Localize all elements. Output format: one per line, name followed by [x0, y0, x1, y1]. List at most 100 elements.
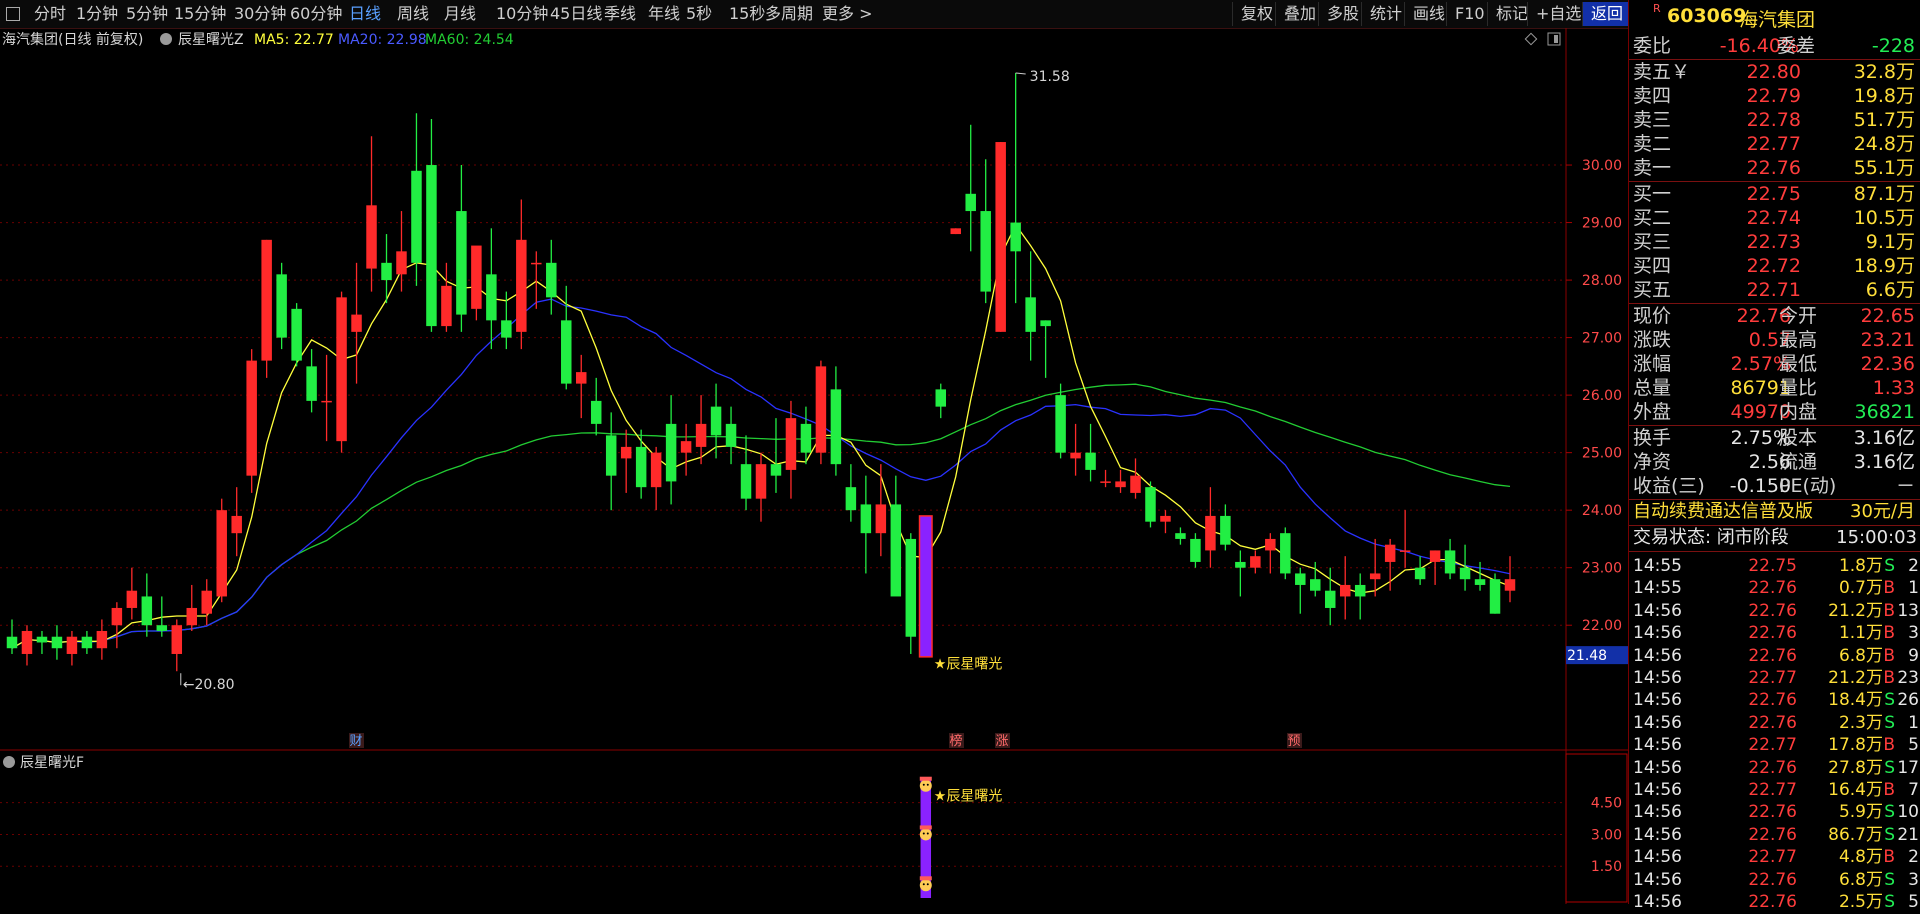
candle-body [216, 510, 227, 597]
candle-body [501, 320, 512, 338]
period-tab-9[interactable]: 10分钟 [492, 2, 552, 26]
period-tab-11[interactable]: 季线 [600, 2, 640, 26]
candle [216, 498, 227, 603]
candle [336, 291, 347, 453]
tick-time: 14:56 [1633, 712, 1682, 733]
tick-time: 14:56 [1633, 735, 1682, 756]
candle [1205, 487, 1216, 568]
candle-body [1085, 452, 1096, 470]
period-tab-10[interactable]: 45日线 [546, 2, 606, 26]
sell-order-row-4[interactable]: 卖一 22.76 55.1万 [1629, 156, 1920, 180]
tick-row-15[interactable]: 14:56 22.76 2.5万 S 5 [1629, 890, 1920, 912]
candle-body [890, 504, 902, 597]
tick-row-8[interactable]: 14:56 22.77 17.8万 B 5 [1629, 733, 1920, 755]
tick-row-13[interactable]: 14:56 22.77 4.8万 B 2 [1629, 845, 1920, 867]
tool-button-0[interactable]: 复权 [1232, 2, 1281, 26]
event-marker[interactable]: 预 [1287, 733, 1302, 749]
sell-order-row-1[interactable]: 卖四 22.79 19.8万 [1629, 84, 1920, 108]
period-tab-7[interactable]: 周线 [393, 2, 433, 26]
period-tab-3[interactable]: 15分钟 [170, 2, 230, 26]
candle-body [276, 274, 287, 338]
candle [456, 165, 467, 332]
tool-button-2[interactable]: 多股 [1318, 2, 1367, 26]
ma5-value: MA5: 22.77 [254, 32, 334, 48]
period-tab-5[interactable]: 60分钟 [286, 2, 346, 26]
tick-count: 9 [1908, 645, 1919, 666]
sell-order-row-0[interactable]: 卖五￥ 22.80 32.8万 [1629, 60, 1920, 84]
buy-order-row-3[interactable]: 买四 22.72 18.9万 [1629, 254, 1920, 278]
tick-row-3[interactable]: 14:56 22.76 1.1万 B 3 [1629, 621, 1920, 643]
tick-row-14[interactable]: 14:56 22.76 6.8万 S 3 [1629, 868, 1920, 890]
candle-body [1190, 538, 1201, 562]
candle-body [800, 423, 812, 453]
tick-time: 14:56 [1633, 824, 1682, 845]
panel-toggle-icon[interactable] [1547, 32, 1561, 46]
ad-row[interactable]: 自动续费通达信普及版 30元/月 [1629, 500, 1920, 524]
tick-count: 3 [1908, 623, 1919, 644]
period-tab-13[interactable]: 5秒 [682, 2, 716, 26]
period-tab-8[interactable]: 月线 [440, 2, 480, 26]
candle [126, 567, 138, 620]
stat-label: 涨幅 [1633, 353, 1672, 375]
candle [620, 429, 632, 493]
candle [1295, 567, 1306, 614]
period-tab-15[interactable]: 多周期 [761, 2, 817, 26]
candle-body [1324, 590, 1336, 608]
tick-row-4[interactable]: 14:56 22.76 6.8万 B 9 [1629, 644, 1920, 666]
buy-order-row-4[interactable]: 买五 22.71 6.6万 [1629, 278, 1920, 302]
period-tab-4[interactable]: 30分钟 [230, 2, 290, 26]
event-marker[interactable]: 财 [349, 733, 364, 749]
period-tab-16[interactable]: 更多 > [818, 2, 877, 26]
tool-button-5[interactable]: F10 [1446, 2, 1493, 26]
tick-row-12[interactable]: 14:56 22.76 86.7万 S 21 [1629, 823, 1920, 845]
indicator-dropdown-icon[interactable] [160, 33, 172, 45]
tick-row-6[interactable]: 14:56 22.76 18.4万 S 26 [1629, 688, 1920, 710]
kline-chart-area[interactable]: 30.00 29.00 28.00 27.00 26.00 25.00 24.00 23.00… [0, 28, 1628, 904]
buy-order-row-2[interactable]: 买三 22.73 9.1万 [1629, 230, 1920, 254]
candle [66, 630, 78, 666]
tick-row-11[interactable]: 14:56 22.76 5.9万 S 10 [1629, 800, 1920, 822]
stock-code[interactable]: 603069 [1667, 5, 1746, 27]
fund-row-1: 净资 2.56 流通 3.16亿 [1629, 450, 1920, 474]
kline-chart[interactable]: 30.00 29.00 28.00 27.00 26.00 25.00 24.00 23.00… [0, 28, 1628, 904]
event-marker[interactable]: 涨 [995, 733, 1010, 749]
candle-body [441, 285, 452, 327]
sell-order-row-3[interactable]: 卖二 22.77 24.8万 [1629, 132, 1920, 156]
tool-button-8[interactable]: 返回 [1582, 2, 1632, 26]
period-tab-12[interactable]: 年线 [644, 2, 684, 26]
tick-row-2[interactable]: 14:56 22.76 21.2万 B 13 [1629, 599, 1920, 621]
tick-row-10[interactable]: 14:56 22.77 16.4万 B 7 [1629, 778, 1920, 800]
indicator-name[interactable]: 辰星曙光Z [178, 32, 244, 48]
tick-row-5[interactable]: 14:56 22.77 21.2万 B 23 [1629, 666, 1920, 688]
tool-button-3[interactable]: 统计 [1361, 2, 1410, 26]
layout-toggle-icon[interactable] [6, 7, 20, 21]
buy-order-row-1[interactable]: 买二 22.74 10.5万 [1629, 206, 1920, 230]
tick-row-1[interactable]: 14:55 22.76 0.7万 B 1 [1629, 576, 1920, 598]
tick-row-7[interactable]: 14:56 22.76 2.3万 S 1 [1629, 711, 1920, 733]
candle [231, 487, 242, 557]
subchart-dropdown-icon[interactable] [3, 756, 15, 768]
signal-face-icon [919, 825, 932, 841]
candle-body [1205, 515, 1216, 551]
tick-row-9[interactable]: 14:56 22.76 27.8万 S 17 [1629, 756, 1920, 778]
candle-body [590, 400, 602, 424]
candle-body [471, 245, 482, 309]
stock-name[interactable]: 海汽集团 [1739, 5, 1815, 32]
tool-button-7[interactable]: +自选 [1527, 2, 1589, 26]
event-marker[interactable]: 榜 [949, 733, 964, 749]
buy-order-volume: 87.1万 [1853, 183, 1915, 205]
sell-order-row-2[interactable]: 卖三 22.78 51.7万 [1629, 108, 1920, 132]
buy-order-row-0[interactable]: 买一 22.75 87.1万 [1629, 182, 1920, 206]
tool-button-1[interactable]: 叠加 [1275, 2, 1324, 26]
candle [770, 418, 782, 493]
period-tab-0[interactable]: 分时 [30, 2, 70, 26]
candle [201, 579, 212, 626]
tick-row-0[interactable]: 14:55 22.75 1.8万 S 2 [1629, 554, 1920, 576]
period-tab-1[interactable]: 1分钟 [72, 2, 122, 26]
period-tab-2[interactable]: 5分钟 [122, 2, 172, 26]
period-tab-6[interactable]: 日线 [345, 2, 385, 26]
diamond-icon[interactable] [1524, 32, 1538, 46]
candle-body [1070, 452, 1081, 459]
ma5-line [11, 223, 1511, 649]
y-tick-label: 23.00 [1582, 561, 1622, 577]
